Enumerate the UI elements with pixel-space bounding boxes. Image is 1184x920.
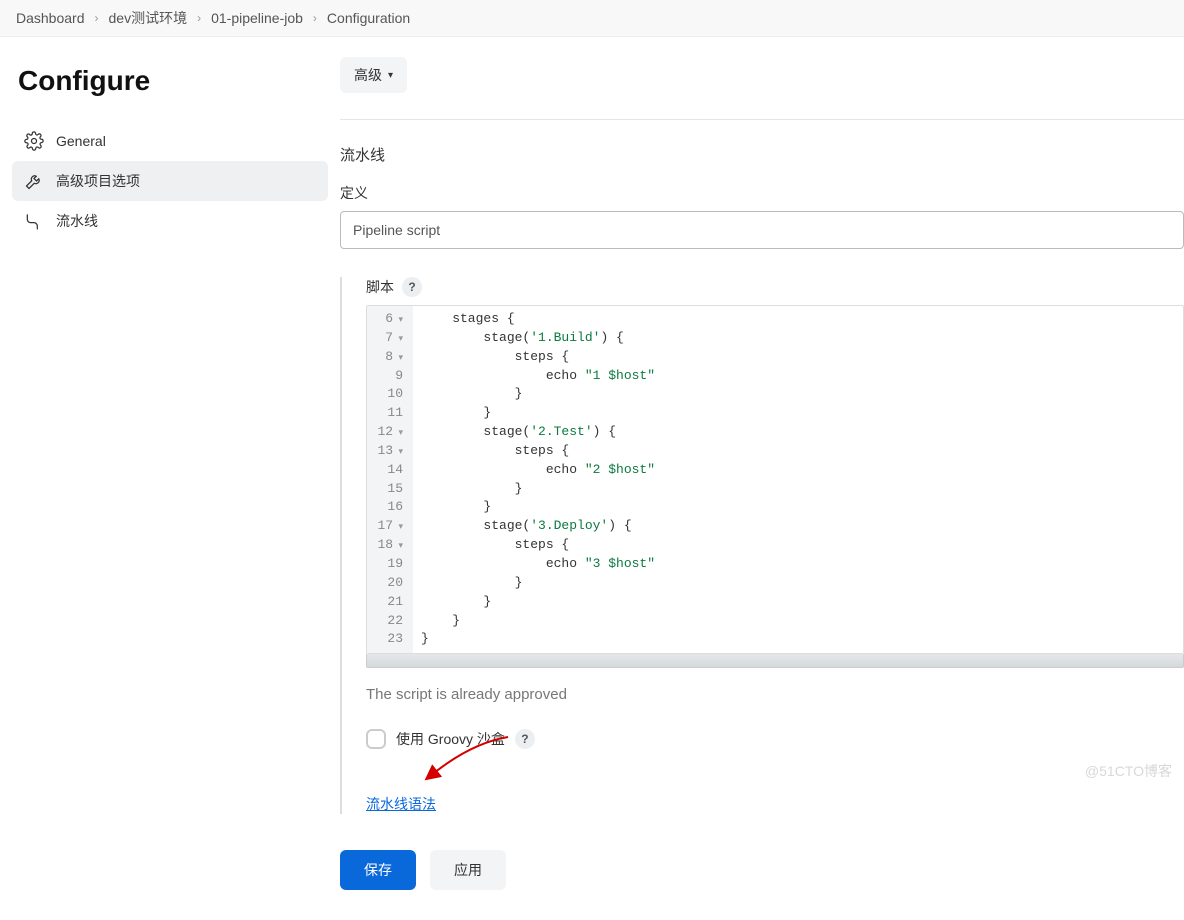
main-content: 高级 ▾ 流水线 定义 Pipeline script 脚本 ? 6789101… [340, 37, 1184, 920]
apply-button[interactable]: 应用 [430, 850, 506, 890]
divider [340, 119, 1184, 120]
breadcrumb-sep: › [313, 11, 317, 25]
script-label: 脚本 [366, 277, 394, 297]
help-icon[interactable]: ? [515, 729, 535, 749]
editor-code[interactable]: stages { stage('1.Build') { steps { echo… [413, 306, 1183, 653]
chevron-down-icon: ▾ [388, 70, 393, 81]
definition-label: 定义 [340, 183, 1184, 203]
sidebar-item-label: General [56, 133, 106, 149]
definition-select[interactable]: Pipeline script [340, 211, 1184, 249]
sidebar-item-label: 高级项目选项 [56, 171, 140, 191]
sidebar-item-label: 流水线 [56, 211, 98, 231]
sidebar-item-pipeline[interactable]: 流水线 [12, 201, 328, 241]
sandbox-checkbox[interactable] [366, 729, 386, 749]
pipeline-syntax-link[interactable]: 流水线语法 [366, 796, 436, 812]
pipeline-icon [24, 211, 44, 231]
help-icon[interactable]: ? [402, 277, 422, 297]
breadcrumb-item-dashboard[interactable]: Dashboard [16, 10, 85, 26]
breadcrumb-sep: › [95, 11, 99, 25]
advanced-toggle-button[interactable]: 高级 ▾ [340, 57, 407, 93]
breadcrumb-sep: › [197, 11, 201, 25]
breadcrumb-item-job[interactable]: 01-pipeline-job [211, 10, 303, 26]
wrench-icon [24, 171, 44, 191]
sidebar-item-advanced[interactable]: 高级项目选项 [12, 161, 328, 201]
watermark: @51CTO博客 [1085, 761, 1172, 781]
breadcrumb: Dashboard › dev测试环境 › 01-pipeline-job › … [0, 0, 1184, 37]
gear-icon [24, 131, 44, 151]
sandbox-label: 使用 Groovy 沙盒 [396, 729, 505, 749]
script-editor[interactable]: 67891011121314151617181920212223 stages … [366, 305, 1184, 654]
pipeline-heading: 流水线 [340, 144, 1184, 165]
sidebar-item-general[interactable]: General [12, 121, 328, 161]
save-button[interactable]: 保存 [340, 850, 416, 890]
editor-scrollbar[interactable] [366, 654, 1184, 668]
breadcrumb-item-folder[interactable]: dev测试环境 [109, 8, 188, 28]
script-approved-text: The script is already approved [366, 686, 1184, 703]
breadcrumb-item-page[interactable]: Configuration [327, 10, 410, 26]
advanced-toggle-label: 高级 [354, 65, 382, 85]
page-title: Configure [18, 65, 324, 97]
editor-gutter: 67891011121314151617181920212223 [367, 306, 413, 653]
sidebar: Configure General 高级项目选项 流水线 [0, 37, 340, 920]
